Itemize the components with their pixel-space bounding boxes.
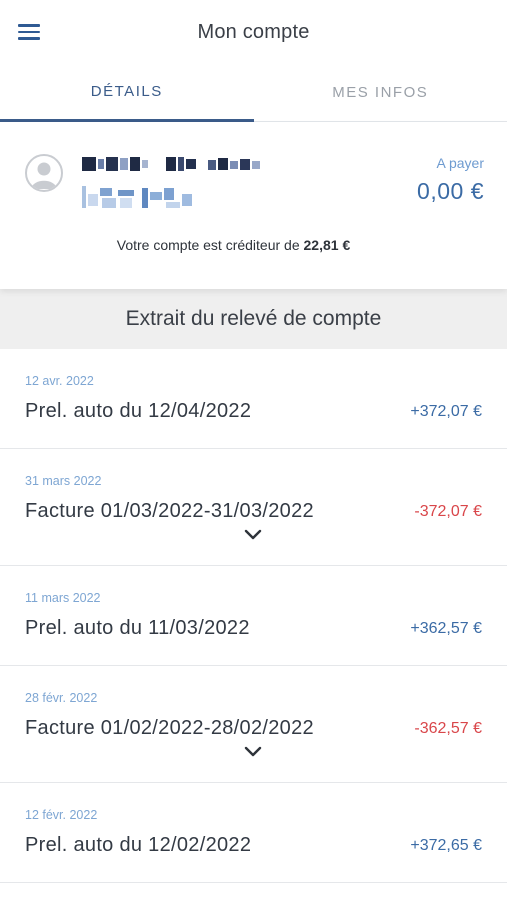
statement-section-title: Extrait du relevé de compte xyxy=(0,289,507,349)
row-label: Prel. auto du 11/03/2022 xyxy=(25,617,250,639)
redacted-customer-name xyxy=(82,157,260,171)
redacted-customer-id xyxy=(82,186,192,208)
page-title: Mon compte xyxy=(197,20,310,43)
tab-details[interactable]: DÉTAILS xyxy=(0,64,254,122)
statement-row[interactable]: 11 mars 2022 Prel. auto du 11/03/2022 +3… xyxy=(0,566,507,666)
row-amount: +372,07 € xyxy=(410,403,482,420)
amount-due-value: 0,00 € xyxy=(417,178,484,204)
tab-bar: DÉTAILS MES INFOS xyxy=(0,64,507,122)
statement-list: 12 avr. 2022 Prel. auto du 12/04/2022 +3… xyxy=(0,349,507,883)
row-label: Prel. auto du 12/04/2022 xyxy=(25,400,252,422)
hamburger-menu-icon[interactable] xyxy=(18,20,46,44)
statement-row[interactable]: 12 avr. 2022 Prel. auto du 12/04/2022 +3… xyxy=(0,349,507,449)
row-date: 31 mars 2022 xyxy=(25,474,102,488)
row-amount: -362,57 € xyxy=(414,720,482,737)
row-date: 11 mars 2022 xyxy=(25,591,101,605)
credit-balance-text: Votre compte est créditeur de 22,81 € xyxy=(0,237,507,253)
credit-balance-amount: 22,81 € xyxy=(303,237,351,253)
row-label: Prel. auto du 12/02/2022 xyxy=(25,834,252,856)
row-amount: -372,07 € xyxy=(414,503,482,520)
user-avatar-icon xyxy=(25,154,63,192)
chevron-down-icon[interactable] xyxy=(244,746,262,758)
credit-balance-label: Votre compte est créditeur de xyxy=(116,237,300,253)
row-amount: +362,57 € xyxy=(410,620,482,637)
statement-row[interactable]: 28 févr. 2022 Facture 01/02/2022-28/02/2… xyxy=(0,666,507,783)
app-header: Mon compte xyxy=(0,0,507,64)
amount-due-label: A payer xyxy=(436,155,484,171)
account-summary: A payer 0,00 € Votre compte est créditeu… xyxy=(0,122,507,289)
row-date: 28 févr. 2022 xyxy=(25,691,98,705)
row-label: Facture 01/02/2022-28/02/2022 xyxy=(25,717,314,739)
row-amount: +372,65 € xyxy=(410,837,482,854)
statement-row[interactable]: 12 févr. 2022 Prel. auto du 12/02/2022 +… xyxy=(0,783,507,883)
row-date: 12 avr. 2022 xyxy=(25,374,94,388)
tab-my-info[interactable]: MES INFOS xyxy=(254,64,507,121)
row-label: Facture 01/03/2022-31/03/2022 xyxy=(25,500,314,522)
row-date: 12 févr. 2022 xyxy=(25,808,98,822)
chevron-down-icon[interactable] xyxy=(244,529,262,541)
app-screen: Mon compte DÉTAILS MES INFOS A payer 0,0… xyxy=(0,0,507,900)
statement-row[interactable]: 31 mars 2022 Facture 01/03/2022-31/03/20… xyxy=(0,449,507,566)
